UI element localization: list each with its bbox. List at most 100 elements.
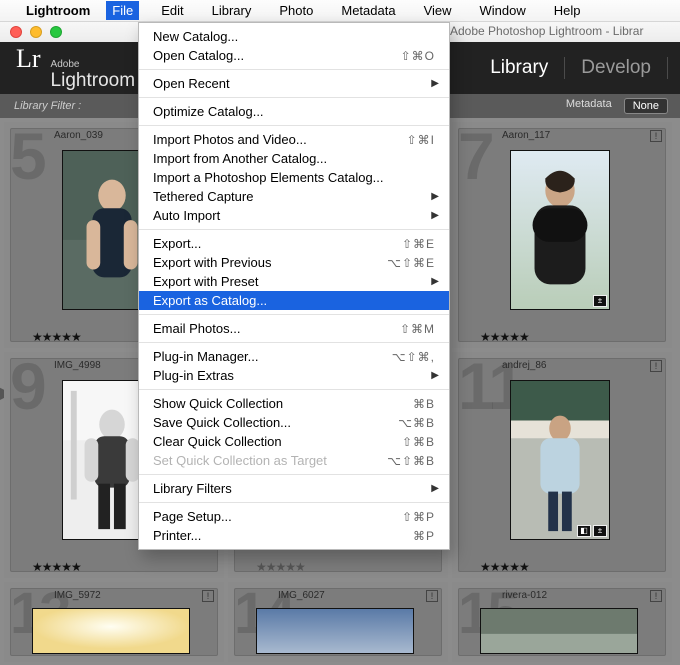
submenu-arrow-icon: ▶ — [431, 276, 439, 287]
menu-item[interactable]: Auto Import▶ — [139, 206, 449, 225]
thumbnail[interactable] — [480, 608, 638, 654]
menu-item-shortcut: ⌘P — [413, 529, 435, 543]
menu-item-label: Open Recent — [153, 76, 435, 91]
rating-stars[interactable]: ★★★★★ — [256, 560, 305, 574]
menu-item-label: Import from Another Catalog... — [153, 151, 435, 166]
rating-stars[interactable]: ★★★★★ — [480, 330, 529, 344]
rating-stars[interactable]: ★★★★★ — [32, 330, 81, 344]
menu-item[interactable]: Optimize Catalog... — [139, 102, 449, 121]
menu-item-label: Optimize Catalog... — [153, 104, 435, 119]
submenu-arrow-icon: ▶ — [431, 78, 439, 89]
menu-view[interactable]: View — [418, 1, 458, 20]
thumbnail[interactable] — [256, 608, 414, 654]
menu-item[interactable]: Plug-in Manager...⌥⇧⌘, — [139, 347, 449, 366]
submenu-arrow-icon: ▶ — [431, 210, 439, 221]
submenu-arrow-icon: ▶ — [431, 370, 439, 381]
menu-item[interactable]: Export...⇧⌘E — [139, 234, 449, 253]
window-title: Adobe Photoshop Lightroom - Librar — [450, 24, 643, 38]
menu-item-shortcut: ⇧⌘P — [402, 510, 435, 524]
menu-item-label: Library Filters — [153, 481, 435, 496]
adobe-label: Adobe — [51, 60, 136, 70]
filter-tab-none[interactable]: None — [624, 98, 668, 114]
grid-cell[interactable]: 13 IMG_5972 ! — [4, 582, 224, 662]
thumbnail[interactable]: ◧± — [510, 380, 610, 540]
menu-item-label: Export with Preset — [153, 274, 435, 289]
submenu-arrow-icon: ▶ — [431, 483, 439, 494]
menu-item[interactable]: Tethered Capture▶ — [139, 187, 449, 206]
menu-item[interactable]: Plug-in Extras▶ — [139, 366, 449, 385]
menu-library[interactable]: Library — [206, 1, 258, 20]
menu-item[interactable]: Import Photos and Video...⇧⌘I — [139, 130, 449, 149]
cell-filename: Aaron_039 — [54, 130, 103, 141]
close-icon[interactable] — [10, 26, 22, 38]
module-separator — [564, 57, 565, 79]
grid-cell[interactable]: 11 andrej_86 ! ◧± ★★★★★ — [452, 352, 672, 578]
grid-cell[interactable]: 7 Aaron_117 ! ± ★★★★★ — [452, 122, 672, 348]
menu-item[interactable]: Show Quick Collection⌘B — [139, 394, 449, 413]
filter-tab-metadata[interactable]: Metadata — [566, 98, 612, 114]
cell-filename: andrej_86 — [502, 360, 546, 371]
menu-file[interactable]: File — [106, 1, 139, 20]
menu-item-label: Save Quick Collection... — [153, 415, 398, 430]
module-develop[interactable]: Develop — [581, 57, 651, 79]
module-library[interactable]: Library — [490, 57, 548, 79]
menu-item[interactable]: Open Catalog...⇧⌘O — [139, 46, 449, 65]
menu-help[interactable]: Help — [548, 1, 587, 20]
thumbnail[interactable]: ± — [510, 150, 610, 310]
lightroom-logo: Lr Adobe Lightroom — [16, 44, 135, 92]
menu-metadata[interactable]: Metadata — [335, 1, 401, 20]
menu-item[interactable]: Library Filters▶ — [139, 479, 449, 498]
flag-icon[interactable]: ! — [426, 590, 438, 602]
minimize-icon[interactable] — [30, 26, 42, 38]
menu-item-shortcut: ⌥⌘B — [398, 416, 435, 430]
cell-filename: IMG_5972 — [54, 590, 101, 601]
menu-item-label: Import Photos and Video... — [153, 132, 407, 147]
menu-window[interactable]: Window — [474, 1, 532, 20]
cell-filename: Aaron_117 — [502, 130, 550, 141]
menu-item-label: Show Quick Collection — [153, 396, 413, 411]
rating-stars[interactable]: ★★★★★ — [32, 560, 81, 574]
menu-photo[interactable]: Photo — [273, 1, 319, 20]
mac-menu-bar: Lightroom File Edit Library Photo Metada… — [0, 0, 680, 22]
menu-item[interactable]: Save Quick Collection...⌥⌘B — [139, 413, 449, 432]
menu-item-shortcut: ⌘B — [413, 397, 435, 411]
menu-item-shortcut: ⇧⌘E — [402, 237, 435, 251]
menu-item[interactable]: Import a Photoshop Elements Catalog... — [139, 168, 449, 187]
menu-item-label: Clear Quick Collection — [153, 434, 402, 449]
cell-filename: IMG_4998 — [54, 360, 101, 371]
cell-index: 9 — [10, 348, 44, 424]
menu-item-shortcut: ⌥⇧⌘, — [392, 350, 435, 364]
menu-item[interactable]: Export with Previous⌥⇧⌘E — [139, 253, 449, 272]
menu-item-label: Export with Previous — [153, 255, 387, 270]
menu-item-shortcut: ⌥⇧⌘B — [387, 454, 435, 468]
grid-cell[interactable]: 14 IMG_6027 ! — [228, 582, 448, 662]
menu-item[interactable]: Export as Catalog... — [139, 291, 449, 310]
menu-item[interactable]: New Catalog... — [139, 27, 449, 46]
menu-item-label: New Catalog... — [153, 29, 435, 44]
flag-icon[interactable]: ! — [202, 590, 214, 602]
menu-item[interactable]: Email Photos...⇧⌘M — [139, 319, 449, 338]
module-separator — [667, 57, 668, 79]
menu-item-label: Email Photos... — [153, 321, 400, 336]
flag-icon[interactable]: ! — [650, 130, 662, 142]
flag-icon[interactable]: ! — [650, 360, 662, 372]
cell-index: 7 — [458, 118, 492, 194]
menu-item[interactable]: Open Recent▶ — [139, 74, 449, 93]
menu-edit[interactable]: Edit — [155, 1, 189, 20]
menu-item-shortcut: ⇧⌘M — [400, 322, 435, 336]
menu-item[interactable]: Printer...⌘P — [139, 526, 449, 545]
menu-item-shortcut: ⇧⌘O — [401, 49, 435, 63]
menu-item[interactable]: Page Setup...⇧⌘P — [139, 507, 449, 526]
maximize-icon[interactable] — [50, 26, 62, 38]
product-name: Lightroom — [51, 70, 136, 92]
lr-logo-mark: Lr — [16, 44, 41, 74]
file-menu-dropdown: New Catalog... Open Catalog...⇧⌘O Open Rec… — [138, 22, 450, 550]
grid-cell[interactable]: 15 rivera-012 ! — [452, 582, 672, 662]
menu-item[interactable]: Import from Another Catalog... — [139, 149, 449, 168]
flag-icon[interactable]: ! — [650, 590, 662, 602]
menu-item[interactable]: Export with Preset▶ — [139, 272, 449, 291]
menu-item[interactable]: Clear Quick Collection⇧⌘B — [139, 432, 449, 451]
thumbnail[interactable] — [32, 608, 190, 654]
rating-stars[interactable]: ★★★★★ — [480, 560, 529, 574]
app-name[interactable]: Lightroom — [26, 3, 90, 18]
